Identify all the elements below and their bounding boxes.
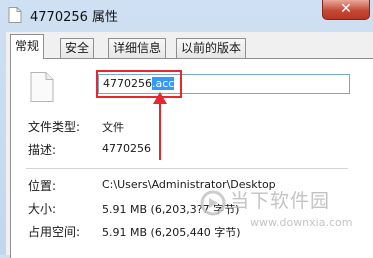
tab-general[interactable]: 常规 [10,34,45,59]
title-bar: 4770256 属性 ✕ [0,0,373,30]
description-value: 4770256 [102,142,151,155]
location-label: 位置: [28,179,57,193]
file-type-value: 文件 [102,121,124,134]
file-icon [8,7,22,23]
tab-details[interactable]: 详细信息 [108,38,167,58]
tab-security[interactable]: 安全 [60,38,95,58]
window-title: 4770256 属性 [30,10,119,25]
disk-size-label: 占用空间: [28,225,81,239]
watermark-brand: 当下软件园 [230,190,331,212]
watermark-logo-icon [200,190,226,216]
description-label: 描述: [28,143,57,157]
watermark: 当下软件园 www.downxia.com [198,184,370,239]
separator [26,168,348,169]
tab-previous-versions[interactable]: 以前的版本 [176,38,247,58]
size-label: 大小: [28,202,57,216]
file-type-label: 文件类型: [28,120,81,134]
close-button[interactable]: ✕ [322,0,370,20]
annotation-arrow [153,92,167,160]
watermark-site: www.downxia.com [250,216,353,229]
file-type-icon [30,72,54,102]
